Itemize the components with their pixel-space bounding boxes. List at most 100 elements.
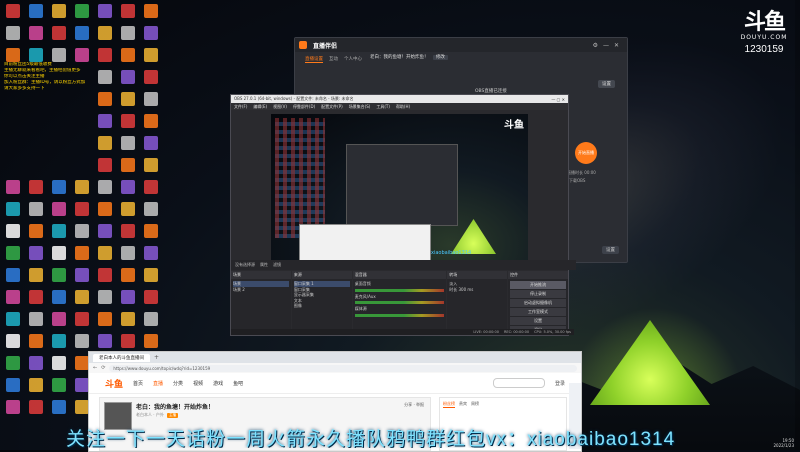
desktop-shortcut-icon[interactable]	[75, 268, 89, 282]
desktop-shortcut-icon[interactable]	[144, 334, 158, 348]
desktop-shortcut-icon[interactable]	[144, 114, 158, 128]
desktop-shortcut-icon[interactable]	[121, 268, 135, 282]
desktop-shortcut-icon[interactable]	[29, 400, 43, 414]
desktop-shortcut-icon[interactable]	[6, 180, 20, 194]
nav-game[interactable]: 游戏	[213, 380, 223, 387]
url-input[interactable]: https://www.douyu.com/topic/wdq?rid=1230…	[109, 364, 577, 372]
rank-tab[interactable]: 贵宾	[459, 401, 467, 408]
desktop-shortcut-icon[interactable]	[144, 26, 158, 40]
desktop-shortcut-icon[interactable]	[29, 180, 43, 194]
obs-menu-item[interactable]: 场景集合(S)	[349, 104, 371, 110]
rank-tab[interactable]: 粉丝榜	[443, 401, 455, 408]
site-search-input[interactable]	[492, 378, 545, 388]
obs-menu-item[interactable]: 帮助(H)	[396, 104, 410, 110]
volume-meter[interactable]	[354, 301, 445, 304]
desktop-shortcut-icon[interactable]	[75, 48, 89, 62]
desktop-shortcut-icon[interactable]	[98, 202, 112, 216]
desktop-shortcut-icon[interactable]	[6, 400, 20, 414]
settings-icon[interactable]: ⚙	[593, 42, 598, 49]
desktop-shortcut-icon[interactable]	[52, 290, 66, 304]
desktop-shortcut-icon[interactable]	[121, 26, 135, 40]
desktop-shortcut-icon[interactable]	[29, 334, 43, 348]
desktop-shortcut-icon[interactable]	[75, 4, 89, 18]
desktop-shortcut-icon[interactable]	[52, 246, 66, 260]
desktop-shortcut-icon[interactable]	[121, 136, 135, 150]
filters-button[interactable]: 滤镜	[273, 262, 281, 268]
refresh-icon[interactable]: ⟳	[101, 365, 105, 371]
desktop-shortcut-icon[interactable]	[29, 246, 43, 260]
desktop-shortcut-icon[interactable]	[144, 224, 158, 238]
desktop-shortcut-icon[interactable]	[121, 202, 135, 216]
obs-menu-item[interactable]: 配置文件(P)	[321, 104, 343, 110]
desktop-shortcut-icon[interactable]	[29, 224, 43, 238]
desktop-shortcut-icon[interactable]	[52, 202, 66, 216]
desktop-shortcut-icon[interactable]	[121, 334, 135, 348]
stop-recording-button[interactable]: 停止录制	[510, 290, 566, 298]
obs-preview[interactable]: 斗鱼 xiaobaibao1314	[271, 114, 528, 260]
desktop-shortcut-icon[interactable]	[144, 246, 158, 260]
start-live-button[interactable]: 开始直播	[575, 142, 597, 164]
desktop-shortcut-icon[interactable]	[52, 400, 66, 414]
obs-menu-item[interactable]: 工具(T)	[376, 104, 390, 110]
desktop-shortcut-icon[interactable]	[144, 4, 158, 18]
desktop-shortcut-icon[interactable]	[6, 26, 20, 40]
desktop-shortcut-icon[interactable]	[6, 290, 20, 304]
desktop-shortcut-icon[interactable]	[75, 246, 89, 260]
desktop-shortcut-icon[interactable]	[6, 378, 20, 392]
minimize-icon[interactable]: —	[603, 42, 609, 49]
desktop-shortcut-icon[interactable]	[29, 378, 43, 392]
desktop-shortcut-icon[interactable]	[6, 334, 20, 348]
desktop-shortcut-icon[interactable]	[52, 48, 66, 62]
desktop-shortcut-icon[interactable]	[52, 268, 66, 282]
desktop-shortcut-icon[interactable]	[144, 48, 158, 62]
desktop-shortcut-icon[interactable]	[29, 268, 43, 282]
desktop-shortcut-icon[interactable]	[52, 26, 66, 40]
desktop-shortcut-icon[interactable]	[98, 334, 112, 348]
desktop-shortcut-icon[interactable]	[29, 4, 43, 18]
nav-yuba[interactable]: 鱼吧	[233, 380, 243, 387]
assistant-tab[interactable]: 个人中心	[344, 56, 362, 63]
desktop-shortcut-icon[interactable]	[6, 312, 20, 326]
source-item[interactable]: 图像	[294, 303, 350, 309]
desktop-shortcut-icon[interactable]	[121, 114, 135, 128]
desktop-shortcut-icon[interactable]	[29, 202, 43, 216]
desktop-shortcut-icon[interactable]	[121, 4, 135, 18]
desktop-shortcut-icon[interactable]	[98, 158, 112, 172]
obs-menu-item[interactable]: 停靠部件(D)	[293, 104, 315, 110]
desktop-shortcut-icon[interactable]	[52, 356, 66, 370]
assistant-tab[interactable]: 互动	[329, 56, 338, 63]
desktop-shortcut-icon[interactable]	[52, 378, 66, 392]
desktop-shortcut-icon[interactable]	[52, 180, 66, 194]
properties-button[interactable]: 属性	[260, 262, 268, 268]
desktop-shortcut-icon[interactable]	[144, 202, 158, 216]
desktop-shortcut-icon[interactable]	[144, 268, 158, 282]
new-tab-icon[interactable]: +	[154, 354, 159, 361]
desktop-shortcut-icon[interactable]	[121, 48, 135, 62]
assistant-tab[interactable]: 直播设置	[305, 56, 323, 63]
douyu-site-logo[interactable]: 斗鱼	[105, 377, 123, 390]
desktop-shortcut-icon[interactable]	[29, 26, 43, 40]
close-icon[interactable]: ✕	[614, 42, 619, 49]
desktop-shortcut-icon[interactable]	[75, 180, 89, 194]
desktop-shortcut-icon[interactable]	[75, 334, 89, 348]
start-streaming-button[interactable]: 开始推流	[510, 281, 566, 289]
studio-mode-button[interactable]: 工作室模式	[510, 308, 566, 316]
desktop-shortcut-icon[interactable]	[29, 356, 43, 370]
desktop-shortcut-icon[interactable]	[121, 312, 135, 326]
desktop-shortcut-icon[interactable]	[52, 4, 66, 18]
edit-room-button[interactable]: 修改	[432, 55, 448, 60]
desktop-shortcut-icon[interactable]	[98, 114, 112, 128]
scene-item[interactable]: 场景 2	[233, 287, 289, 293]
desktop-shortcut-icon[interactable]	[98, 48, 112, 62]
desktop-shortcut-icon[interactable]	[6, 268, 20, 282]
back-icon[interactable]: ←	[93, 365, 97, 371]
desktop-shortcut-icon[interactable]	[6, 48, 20, 62]
desktop-shortcut-icon[interactable]	[98, 290, 112, 304]
desktop-shortcut-icon[interactable]	[98, 26, 112, 40]
desktop-shortcut-icon[interactable]	[75, 202, 89, 216]
desktop-shortcut-icon[interactable]	[121, 290, 135, 304]
desktop-shortcut-icon[interactable]	[75, 224, 89, 238]
desktop-shortcut-icon[interactable]	[6, 4, 20, 18]
virtual-camera-button[interactable]: 启动虚拟摄像机	[510, 299, 566, 307]
desktop-shortcut-icon[interactable]	[98, 136, 112, 150]
